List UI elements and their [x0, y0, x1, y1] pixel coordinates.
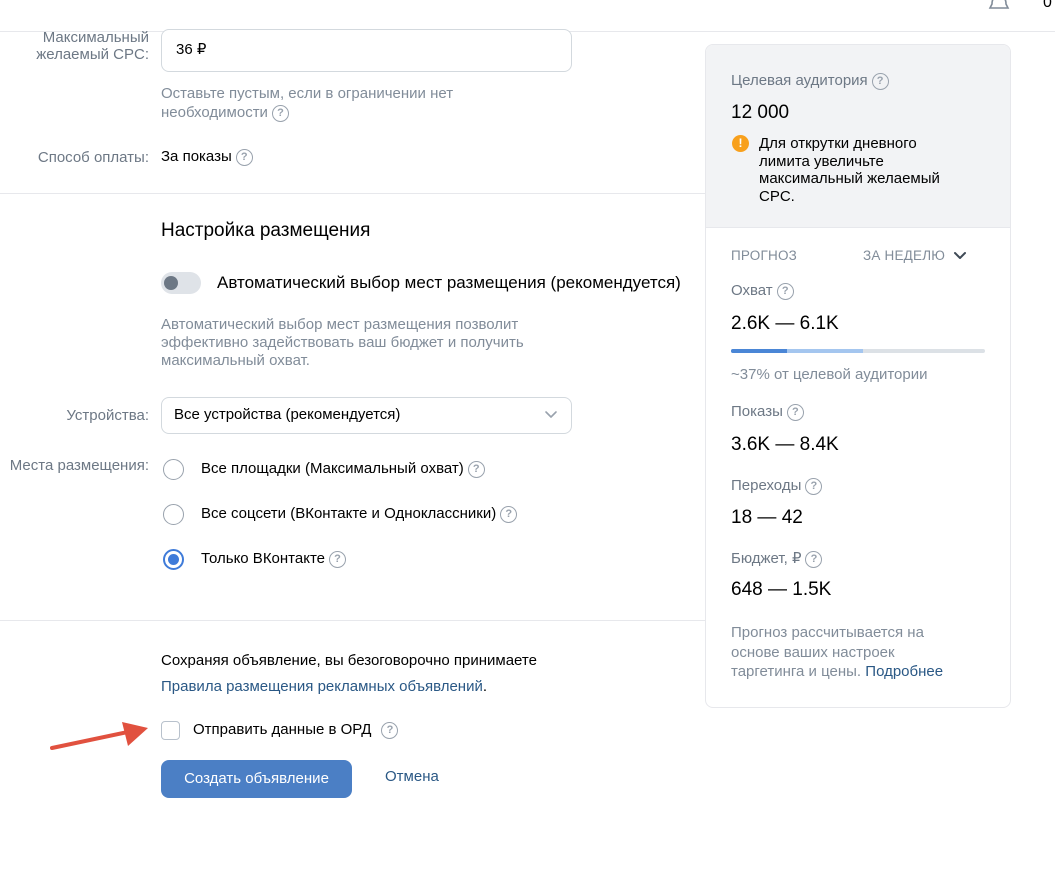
- forecast-panel: Целевая аудитория? 12 000 ! Для открутки…: [705, 44, 1011, 708]
- budget-label: Бюджет, ₽: [731, 550, 802, 567]
- help-icon[interactable]: ?: [776, 282, 794, 300]
- reach-progress-bar: [731, 349, 985, 353]
- auto-placement-toggle[interactable]: [161, 272, 201, 294]
- toggle-knob: [164, 276, 178, 290]
- impressions-label-wrap: Показы?: [731, 403, 804, 421]
- radio-option-label-wrap: Все площадки (Максимальный охват)?: [201, 460, 485, 478]
- radio-button[interactable]: [163, 504, 184, 525]
- reach-hint: ~37% от целевой аудитории: [731, 366, 928, 383]
- places-label: Места размещения:: [9, 457, 149, 474]
- top-bar: [0, 0, 1055, 32]
- rules-line: Правила размещения рекламных объявлений.: [161, 678, 487, 695]
- warning-line4: CPC.: [759, 187, 795, 205]
- audience-value: 12 000: [731, 102, 790, 123]
- warning-text: Для открутки дневного лимита увеличьте м…: [759, 135, 940, 205]
- auto-placement-hint: Автоматический выбор мест размещения поз…: [161, 316, 524, 370]
- clicks-label-wrap: Переходы?: [731, 477, 823, 495]
- cpc-hint-line2: необходимости: [161, 104, 268, 121]
- help-icon[interactable]: ?: [805, 477, 823, 495]
- warning-line1: Для открутки дневного: [759, 135, 917, 152]
- rules-link[interactable]: Правила размещения рекламных объявлений: [161, 678, 483, 695]
- cpc-input[interactable]: 36 ₽: [161, 29, 572, 72]
- reach-label-wrap: Охват?: [731, 282, 794, 300]
- clicks-value: 18 — 42: [731, 507, 803, 528]
- budget-value: 648 — 1.5K: [731, 579, 832, 600]
- note-line2: основе ваших настроек: [731, 643, 895, 661]
- cpc-label-line1: Максимальный: [42, 29, 149, 46]
- auto-hint-line1: Автоматический выбор мест размещения поз…: [161, 316, 519, 333]
- divider: [0, 193, 705, 194]
- agreement-text: Сохраняя объявление, вы безоговорочно пр…: [161, 652, 537, 669]
- help-icon[interactable]: ?: [381, 721, 399, 739]
- ord-checkbox[interactable]: [161, 721, 180, 740]
- help-icon[interactable]: ?: [329, 550, 346, 568]
- radio-button[interactable]: [163, 459, 184, 480]
- warning-icon: !: [732, 135, 749, 152]
- audience-section: Целевая аудитория? 12 000 ! Для открутки…: [706, 45, 1010, 228]
- devices-select-value: Все устройства (рекомендуется): [174, 406, 401, 423]
- help-icon[interactable]: ?: [500, 505, 518, 523]
- impressions-value: 3.6K — 8.4K: [731, 434, 839, 455]
- divider: [0, 620, 705, 621]
- auto-hint-line2: эффективно задействовать ваш бюджет и по…: [161, 334, 524, 351]
- bell-icon[interactable]: [987, 0, 1011, 14]
- forecast-label: ПРОГНОЗ: [731, 248, 798, 263]
- impressions-label: Показы: [731, 403, 783, 420]
- budget-label-wrap: Бюджет, ₽?: [731, 549, 823, 568]
- payment-value: За показы: [161, 148, 232, 165]
- help-icon[interactable]: ?: [805, 550, 823, 568]
- auto-placement-label: Автоматический выбор мест размещения (ре…: [217, 273, 681, 292]
- rules-dot: .: [482, 678, 488, 695]
- help-icon[interactable]: ?: [871, 72, 889, 90]
- clicks-label: Переходы: [731, 477, 802, 494]
- radio-option-label-wrap: Все соцсети (ВКонтакте и Одноклассники)?: [201, 505, 518, 523]
- create-ad-button[interactable]: Создать объявление: [161, 760, 352, 798]
- radio-button-selected[interactable]: [163, 549, 184, 570]
- warning-line3: максимальный желаемый: [759, 170, 940, 187]
- ord-label-wrap: Отправить данные в ОРД?: [193, 721, 399, 739]
- cpc-label-line2: желаемый CPC:: [36, 46, 149, 63]
- help-icon[interactable]: ?: [271, 104, 289, 122]
- audience-label: Целевая аудитория: [731, 72, 868, 89]
- audience-label-wrap: Целевая аудитория?: [731, 72, 889, 90]
- cpc-hint: Оставьте пустым, если в ограничении нет …: [161, 84, 453, 122]
- cpc-hint-line1: Оставьте пустым, если в ограничении нет: [161, 85, 454, 102]
- chevron-down-icon: [954, 252, 967, 260]
- help-icon[interactable]: ?: [786, 403, 804, 421]
- warning-line2: лимита увеличьте: [759, 152, 884, 170]
- notification-count: 0: [1043, 0, 1052, 11]
- cpc-input-value: 36 ₽: [176, 41, 207, 58]
- red-arrow-annotation: [50, 722, 148, 750]
- cancel-button[interactable]: Отмена: [385, 768, 439, 785]
- radio-option-label: Все соцсети (ВКонтакте и Одноклассники): [201, 505, 497, 522]
- devices-select[interactable]: Все устройства (рекомендуется): [161, 397, 572, 434]
- forecast-note: Прогноз рассчитывается на основе ваших н…: [731, 623, 943, 682]
- reach-bar-dark: [731, 349, 787, 353]
- more-link[interactable]: Подробнее: [865, 663, 943, 680]
- auto-hint-line3: максимальный охват.: [161, 352, 310, 369]
- payment-label: Способ оплаты:: [37, 149, 149, 166]
- payment-value-wrap: За показы?: [161, 148, 253, 166]
- radio-option-label: Только ВКонтакте: [201, 550, 325, 567]
- ord-label: Отправить данные в ОРД: [193, 721, 372, 738]
- reach-label: Охват: [731, 282, 773, 299]
- period-label: ЗА НЕДЕЛЮ: [863, 248, 946, 263]
- note-line1: Прогноз рассчитывается на: [731, 624, 924, 641]
- radio-option-label-wrap: Только ВКонтакте?: [201, 550, 346, 568]
- chevron-down-icon: [545, 411, 557, 418]
- help-icon[interactable]: ?: [235, 148, 253, 166]
- reach-value: 2.6K — 6.1K: [731, 313, 839, 334]
- period-dropdown[interactable]: ЗА НЕДЕЛЮ: [863, 248, 967, 263]
- placement-title: Настройка размещения: [161, 220, 371, 241]
- devices-label: Устройства:: [66, 407, 149, 424]
- cpc-label: Максимальный желаемый CPC:: [0, 29, 149, 63]
- note-line3: таргетинга и цены.: [731, 663, 862, 680]
- radio-option-label: Все площадки (Максимальный охват): [201, 460, 464, 477]
- help-icon[interactable]: ?: [467, 460, 485, 478]
